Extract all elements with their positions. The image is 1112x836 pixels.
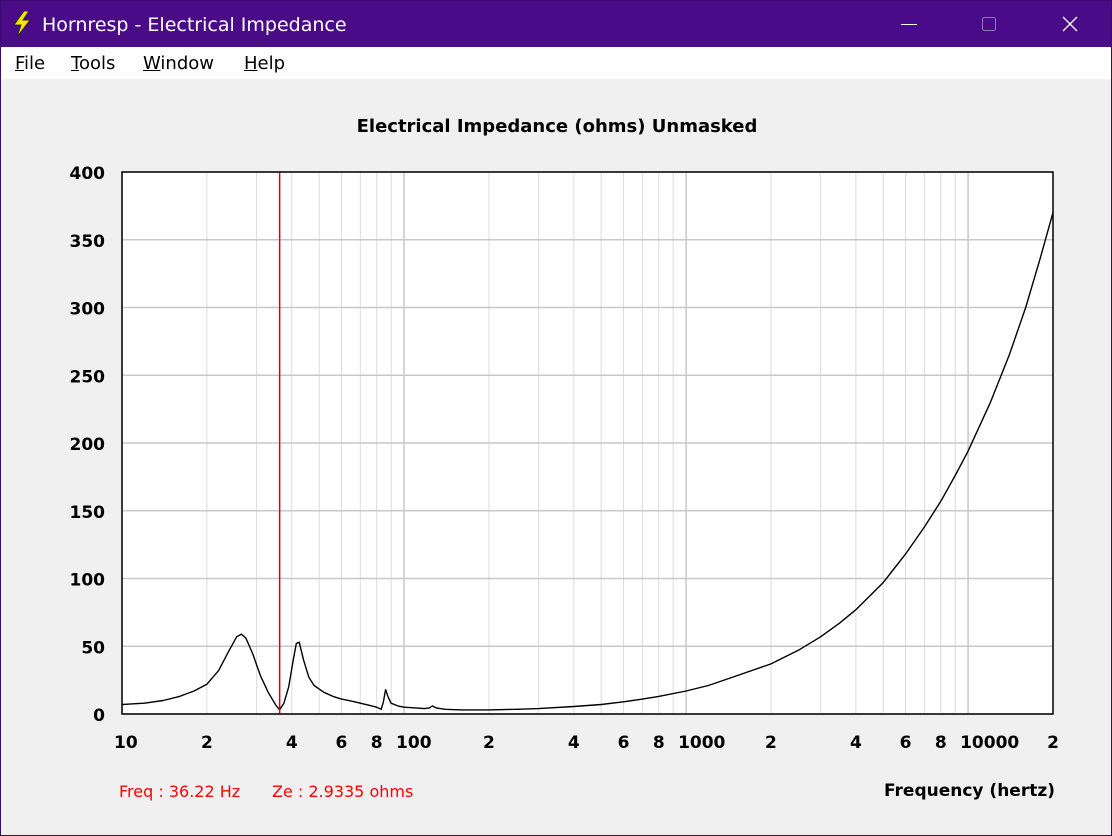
x-tick-label: 6: [900, 733, 912, 753]
menu-help[interactable]: Help: [244, 53, 285, 75]
window-title: Hornresp - Electrical Impedance: [42, 14, 347, 36]
menu-file-mnemonic: F: [15, 53, 25, 74]
x-tick-label: 100: [396, 733, 432, 753]
y-tick-label: 100: [70, 571, 106, 591]
menu-window[interactable]: Window: [143, 53, 214, 75]
x-tick-label: 8: [935, 733, 947, 753]
menu-file-label: ile: [24, 53, 46, 74]
menu-file[interactable]: File: [15, 53, 45, 75]
y-tick-label: 300: [70, 300, 106, 320]
x-tick-label: 2: [765, 733, 777, 753]
y-tick-label: 250: [70, 367, 106, 387]
menu-tools[interactable]: Tools: [71, 53, 115, 75]
menu-tools-label: ools: [78, 53, 116, 74]
y-tick-label: 50: [81, 638, 105, 658]
menu-window-mnemonic: W: [143, 53, 161, 74]
lightning-icon: [13, 11, 32, 37]
minimize-button[interactable]: [869, 1, 949, 47]
x-tick-label: 10000: [960, 733, 1019, 753]
menu-help-label: elp: [257, 53, 286, 74]
minimize-icon: [901, 24, 917, 25]
x-tick-label: 4: [286, 733, 298, 753]
y-tick-label: 200: [70, 435, 106, 455]
x-tick-label: 8: [653, 733, 665, 753]
menu-window-label: indow: [160, 53, 214, 74]
maximize-button[interactable]: [949, 1, 1029, 47]
x-tick-label: 2: [1047, 733, 1059, 753]
x-axis-label: Frequency (hertz): [884, 781, 1055, 801]
y-tick-label: 400: [70, 164, 106, 184]
menu-bar: File Tools Window Help: [1, 47, 1111, 79]
impedance-chart[interactable]: 0 50 100 150 200 250 300 350 400 10 2 4 6 8 100 2 4 6 8 100…: [1, 79, 1111, 769]
y-tick-label: 350: [70, 232, 106, 252]
x-tick-label: 4: [850, 733, 862, 753]
x-tick-label: 2: [201, 733, 213, 753]
app-window: Hornresp - Electrical Impedance File Too…: [0, 0, 1112, 836]
x-tick-label: 6: [618, 733, 630, 753]
y-tick-label: 150: [70, 503, 106, 523]
close-icon: [1062, 16, 1078, 32]
title-bar[interactable]: Hornresp - Electrical Impedance: [1, 1, 1111, 47]
impedance-readout: Ze : 2.9335 ohms: [272, 782, 414, 801]
menu-help-mnemonic: H: [244, 53, 258, 74]
maximize-icon: [982, 17, 996, 31]
x-tick-label: 8: [371, 733, 383, 753]
x-tick-label: 4: [568, 733, 580, 753]
x-tick-label: 2: [483, 733, 495, 753]
frequency-readout: Freq : 36.22 Hz: [119, 782, 241, 801]
x-tick-label: 10: [114, 733, 138, 753]
y-tick-label: 0: [93, 706, 105, 726]
menu-tools-mnemonic: T: [71, 53, 79, 74]
close-button[interactable]: [1030, 1, 1110, 47]
x-tick-label: 6: [336, 733, 348, 753]
x-tick-label: 1000: [678, 733, 725, 753]
